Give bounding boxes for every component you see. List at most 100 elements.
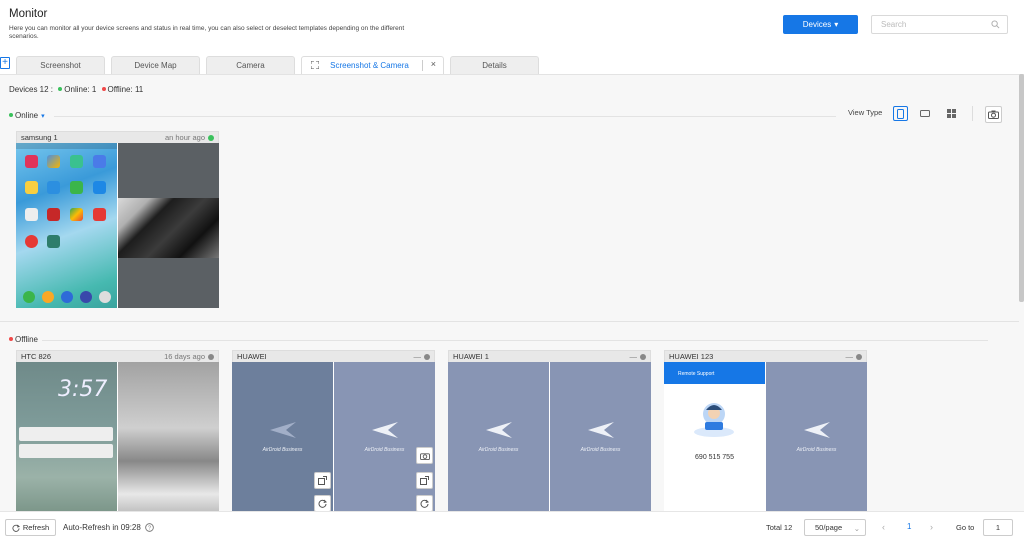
help-icon[interactable]: ? <box>145 523 154 532</box>
footer-bar: Refresh Auto-Refresh in 09:28 ? Total 12… <box>0 511 1024 542</box>
device-card-header: HUAWEI 123 — <box>664 350 867 362</box>
device-card-body: 3:57 <box>16 362 219 511</box>
view-grid-button[interactable] <box>944 106 959 121</box>
camera-pane[interactable]: AirDroid Business <box>550 362 651 511</box>
device-card-huawei-123[interactable]: HUAWEI 123 — Remote Support 690 515 755 … <box>664 350 867 511</box>
device-summary: Devices 12 : Online: 1 Offline: 11 <box>9 85 143 94</box>
brand-watermark: AirDroid Business <box>478 447 519 453</box>
device-card-huawei[interactable]: HUAWEI — AirDroid Business AirDroid Busi… <box>232 350 435 511</box>
camera-pane[interactable]: AirDroid Business <box>334 362 435 511</box>
phone-icon <box>897 108 904 119</box>
caret-down-icon: ▾ <box>41 112 45 120</box>
status-bar <box>16 143 117 149</box>
device-card-samsung-1[interactable]: samsung 1 an hour ago <box>16 131 219 308</box>
app-icon <box>25 208 38 221</box>
tab-details[interactable]: Details <box>450 56 539 74</box>
device-card-header: HUAWEI 1 — <box>448 350 651 362</box>
app-icon <box>70 208 83 221</box>
lockscreen-time: 3:57 <box>58 377 108 402</box>
refresh-button[interactable]: Refresh <box>5 519 56 536</box>
refresh-icon <box>12 524 20 532</box>
app-icon <box>80 291 92 303</box>
previous-page-button[interactable]: ‹ <box>882 522 885 532</box>
page-size-value: 50/page <box>815 523 843 532</box>
offline-status-dot <box>856 353 862 360</box>
last-seen: — <box>845 352 854 361</box>
app-icon <box>47 181 60 194</box>
camera-feed <box>118 362 219 511</box>
page-number-current[interactable]: 1 <box>907 522 911 531</box>
screenshot-pane[interactable]: 3:57 <box>16 362 117 511</box>
close-icon[interactable]: × <box>431 59 436 69</box>
goto-page-input[interactable]: 1 <box>983 519 1013 536</box>
camera-pane[interactable] <box>118 143 219 308</box>
view-phone-button[interactable] <box>893 106 908 121</box>
tab-screenshot-camera[interactable]: Screenshot & Camera × <box>301 56 444 74</box>
divider <box>972 106 973 121</box>
caret-down-icon: ▾ <box>834 20 839 29</box>
app-title: Remote Support <box>678 371 715 377</box>
app-icon <box>93 208 106 221</box>
total-count: Total 12 <box>766 523 793 532</box>
device-card-body: AirDroid Business AirDroid Business <box>448 362 651 511</box>
expand-icon[interactable] <box>310 60 320 71</box>
camera-photo <box>118 198 219 258</box>
screenshot-pane[interactable] <box>16 143 117 308</box>
divider <box>54 116 836 117</box>
app-icon <box>47 235 60 248</box>
vertical-scrollbar[interactable] <box>1019 74 1024 302</box>
search-input[interactable]: Search <box>871 15 1008 34</box>
rotate-screen-button[interactable] <box>314 472 331 489</box>
tab-label: Screenshot <box>40 61 81 70</box>
offline-status-dot <box>208 353 214 360</box>
camera-pane[interactable]: AirDroid Business <box>766 362 867 511</box>
refresh-icon <box>420 499 429 508</box>
take-photo-button[interactable] <box>416 447 433 464</box>
support-agent-illustration <box>694 403 734 437</box>
screenshot-pane[interactable]: Remote Support 690 515 755 <box>664 362 765 511</box>
grid-icon <box>947 109 956 118</box>
app-icon <box>70 181 83 194</box>
divider <box>42 340 988 341</box>
device-status: — <box>845 352 862 361</box>
online-dot <box>9 113 13 117</box>
screenshot-pane[interactable]: AirDroid Business <box>448 362 549 511</box>
support-code: 690 515 755 <box>695 454 734 461</box>
next-page-button[interactable]: › <box>930 522 933 532</box>
offline-dot <box>101 87 106 92</box>
refresh-camera-button[interactable] <box>416 495 433 511</box>
landscape-icon <box>919 110 930 117</box>
chevron-down-icon: ⌄ <box>853 524 860 533</box>
page-size-select[interactable]: 50/page ⌄ <box>804 519 866 536</box>
view-landscape-button[interactable] <box>917 106 932 121</box>
device-card-huawei-1[interactable]: HUAWEI 1 — AirDroid Business AirDroid Bu… <box>448 350 651 511</box>
app-icon <box>25 181 38 194</box>
tab-device-map[interactable]: Device Map <box>111 56 200 74</box>
camera-icon <box>419 452 430 460</box>
offline-status-dot <box>424 353 430 360</box>
phone-screenshot: 3:57 <box>16 362 117 511</box>
device-card-header: HUAWEI — <box>232 350 435 362</box>
devices-dropdown-button[interactable]: Devices ▾ <box>783 15 858 34</box>
tab-screenshot[interactable]: Screenshot <box>16 56 105 74</box>
template-tabs: + Screenshot Device Map Camera Screensho… <box>0 56 1024 74</box>
device-card-body <box>16 143 219 308</box>
refresh-icon <box>318 499 327 508</box>
tab-label: Camera <box>236 61 265 70</box>
rotate-camera-button[interactable] <box>416 472 433 489</box>
refresh-screen-button[interactable] <box>314 495 331 511</box>
online-status-dot <box>208 134 214 141</box>
phone-screenshot: Remote Support 690 515 755 <box>664 362 765 511</box>
offline-section-header[interactable]: Offline <box>9 335 38 344</box>
device-name: HUAWEI <box>237 352 267 361</box>
device-status: 16 days ago <box>164 352 214 361</box>
add-tab-icon[interactable]: + <box>0 57 10 69</box>
camera-pane[interactable] <box>118 362 219 511</box>
online-section-toggle[interactable]: Online ▾ <box>9 111 45 120</box>
screenshot-pane[interactable]: AirDroid Business <box>232 362 333 511</box>
last-seen: an hour ago <box>164 133 205 142</box>
device-card-htc-826[interactable]: HTC 826 16 days ago 3:57 <box>16 350 219 511</box>
page-header: Monitor Here you can monitor all your de… <box>0 0 1024 77</box>
tab-camera[interactable]: Camera <box>206 56 295 74</box>
screenshot-all-button[interactable] <box>985 106 1002 123</box>
